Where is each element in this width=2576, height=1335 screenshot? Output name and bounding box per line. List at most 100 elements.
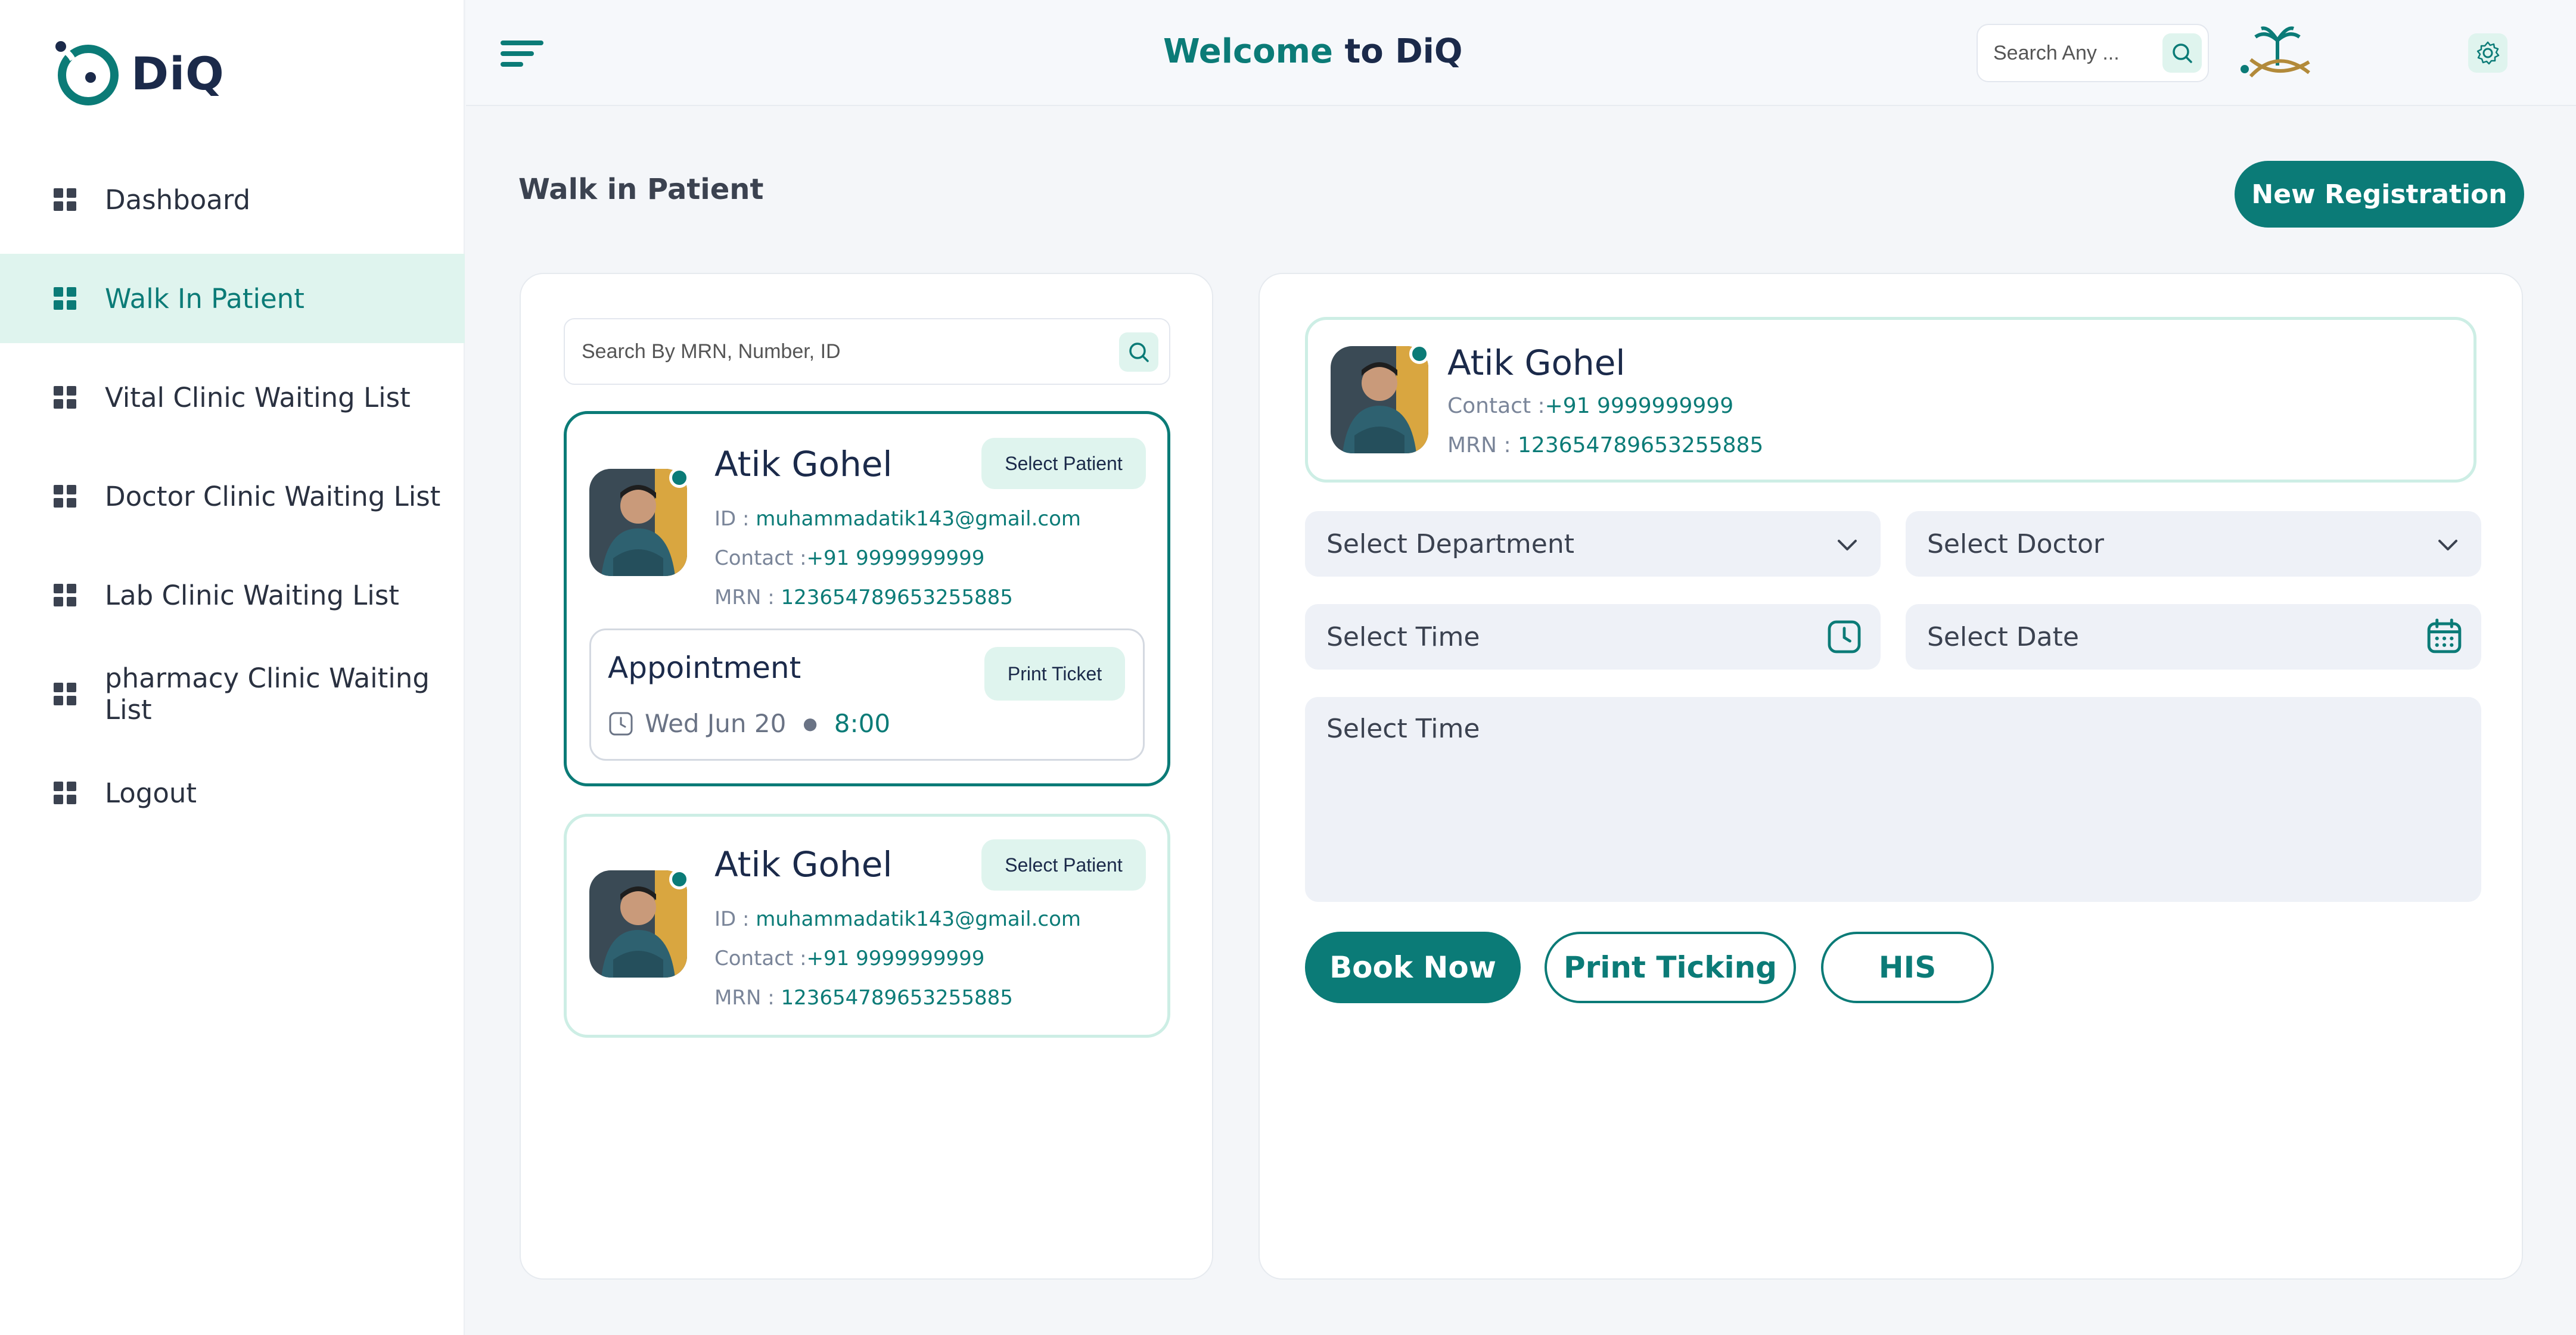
patient-search-input[interactable] [582, 340, 1088, 363]
sidebar-item-lab-clinic[interactable]: Lab Clinic Waiting List [0, 550, 465, 640]
logo-text: DiQ [131, 46, 225, 100]
search-icon [1129, 343, 1149, 362]
appointment-datetime: Wed Jun 20 ● 8:00 [608, 709, 890, 738]
patient-contact-label: Contact : [714, 546, 807, 570]
patient-mrn-value: 123654789653255885 [781, 986, 1013, 1010]
notes-textarea[interactable]: Select Time [1305, 697, 2481, 902]
search-button[interactable] [2162, 33, 2202, 73]
department-select-value: Select Department [1326, 528, 1574, 559]
patient-mrn-label: MRN : [714, 586, 781, 609]
welcome-suffix: to DiQ [1344, 32, 1463, 71]
sidebar-nav: Dashboard Walk In Patient Vital Clinic W… [0, 155, 465, 847]
patient-mrn: MRN : 123654789653255885 [714, 586, 1013, 609]
sidebar-item-label: Dashboard [105, 183, 251, 216]
patient-mrn: MRN : 123654789653255885 [1447, 433, 1763, 458]
sidebar-item-logout[interactable]: Logout [0, 748, 465, 838]
time-select[interactable]: Select Time [1305, 604, 1881, 670]
settings-button[interactable] [2468, 33, 2507, 73]
sidebar-item-label: Walk In Patient [105, 282, 304, 315]
page-title: Walk in Patient [518, 173, 764, 206]
select-patient-button[interactable]: Select Patient [981, 839, 1146, 891]
dashboard-grid-icon [54, 188, 76, 211]
select-patient-button[interactable]: Select Patient [981, 438, 1146, 489]
top-header: Welcome to DiQ [466, 0, 2576, 106]
patient-mrn-value: 123654789653255885 [1518, 433, 1764, 458]
patient-search [564, 318, 1170, 385]
department-select[interactable]: Select Department [1305, 511, 1881, 577]
patient-id-value: muhammadatik143@gmail.com [756, 907, 1082, 931]
diq-logo-icon [55, 41, 119, 105]
patient-contact-value: +91 9999999999 [806, 947, 985, 970]
patient-search-button[interactable] [1119, 332, 1158, 372]
date-select-value: Select Date [1927, 621, 2079, 652]
patient-contact: Contact :+91 9999999999 [714, 546, 984, 570]
his-button[interactable]: HIS [1821, 932, 1994, 1003]
sidebar-item-dashboard[interactable]: Dashboard [0, 155, 465, 244]
clock-icon [1828, 620, 1861, 654]
patient-id-label: ID : [714, 507, 756, 531]
patient-contact: Contact :+91 9999999999 [714, 947, 984, 970]
booking-panel: Atik Gohel Contact :+91 9999999999 MRN :… [1259, 273, 2523, 1280]
patient-card[interactable]: Atik Gohel Select Patient ID : muhammada… [564, 411, 1170, 786]
dashboard-grid-icon [54, 782, 76, 804]
print-ticket-button[interactable]: Print Ticket [984, 647, 1125, 701]
online-status-dot [669, 468, 689, 488]
welcome-prefix: Welcome [1163, 32, 1333, 71]
patient-id-value: muhammadatik143@gmail.com [756, 507, 1082, 531]
sidebar-item-label: Logout [105, 777, 197, 809]
chevron-down-icon [2438, 540, 2457, 550]
dashboard-grid-icon [54, 485, 76, 508]
sidebar-item-vital-clinic[interactable]: Vital Clinic Waiting List [0, 353, 465, 442]
sidebar-item-walk-in-patient[interactable]: Walk In Patient [0, 254, 465, 343]
patient-mrn: MRN : 123654789653255885 [714, 986, 1013, 1010]
date-select[interactable]: Select Date [1906, 604, 2481, 670]
sidebar-item-doctor-clinic[interactable]: Doctor Clinic Waiting List [0, 452, 465, 541]
chevron-down-icon [1838, 540, 1857, 550]
new-registration-button[interactable]: New Registration [2235, 161, 2524, 228]
patient-id: ID : muhammadatik143@gmail.com [714, 507, 1081, 531]
patient-mrn-label: MRN : [1447, 433, 1518, 458]
doctor-select-value: Select Doctor [1927, 528, 2104, 559]
search-icon [2173, 43, 2192, 63]
saudi-emblem-icon [2241, 26, 2310, 78]
patient-name: Atik Gohel [714, 844, 893, 885]
patient-contact-label: Contact : [1447, 394, 1545, 418]
clock-icon [609, 712, 633, 735]
appointment-time: 8:00 [834, 709, 891, 738]
patient-contact: Contact :+91 9999999999 [1447, 394, 1733, 418]
patient-id: ID : muhammadatik143@gmail.com [714, 907, 1081, 931]
patient-name: Atik Gohel [1447, 343, 1626, 383]
sidebar: DiQ Dashboard Walk In Patient Vital Clin… [0, 0, 465, 1335]
appointment-title: Appointment [608, 651, 801, 685]
patient-contact-value: +91 9999999999 [806, 546, 985, 570]
patient-contact-value: +91 9999999999 [1545, 394, 1734, 418]
dashboard-grid-icon [54, 386, 76, 409]
appointment-box: Appointment Print Ticket Wed Jun 20 ● 8:… [589, 628, 1145, 761]
time-select-value: Select Time [1326, 621, 1480, 652]
patient-mrn-value: 123654789653255885 [781, 586, 1013, 609]
welcome-title: Welcome to DiQ [1163, 32, 1462, 71]
doctor-select[interactable]: Select Doctor [1906, 511, 2481, 577]
sidebar-item-pharmacy-clinic[interactable]: pharmacy Clinic Waiting List [0, 649, 465, 739]
dashboard-grid-icon [54, 584, 76, 606]
menu-toggle-icon[interactable] [501, 38, 546, 69]
sidebar-item-label: Vital Clinic Waiting List [105, 381, 411, 413]
separator-dot: ● [803, 714, 818, 733]
patient-mrn-label: MRN : [714, 986, 781, 1010]
patient-card[interactable]: Atik Gohel Select Patient ID : muhammada… [564, 814, 1170, 1038]
patient-contact-label: Contact : [714, 947, 807, 970]
gear-icon [2476, 41, 2500, 65]
global-search [1977, 24, 2209, 82]
print-ticking-button[interactable]: Print Ticking [1545, 932, 1796, 1003]
app-logo[interactable]: DiQ [52, 35, 225, 112]
patient-list-panel: Atik Gohel Select Patient ID : muhammada… [520, 273, 1213, 1280]
online-status-dot [669, 869, 689, 889]
dashboard-grid-icon [54, 683, 76, 705]
book-now-button[interactable]: Book Now [1305, 932, 1521, 1003]
dashboard-grid-icon [54, 287, 76, 310]
sidebar-item-label: Lab Clinic Waiting List [105, 579, 399, 611]
patient-name: Atik Gohel [714, 444, 893, 484]
global-search-input[interactable] [1993, 41, 2154, 65]
selected-patient-card: Atik Gohel Contact :+91 9999999999 MRN :… [1305, 317, 2476, 483]
sidebar-item-label: Doctor Clinic Waiting List [105, 480, 441, 512]
